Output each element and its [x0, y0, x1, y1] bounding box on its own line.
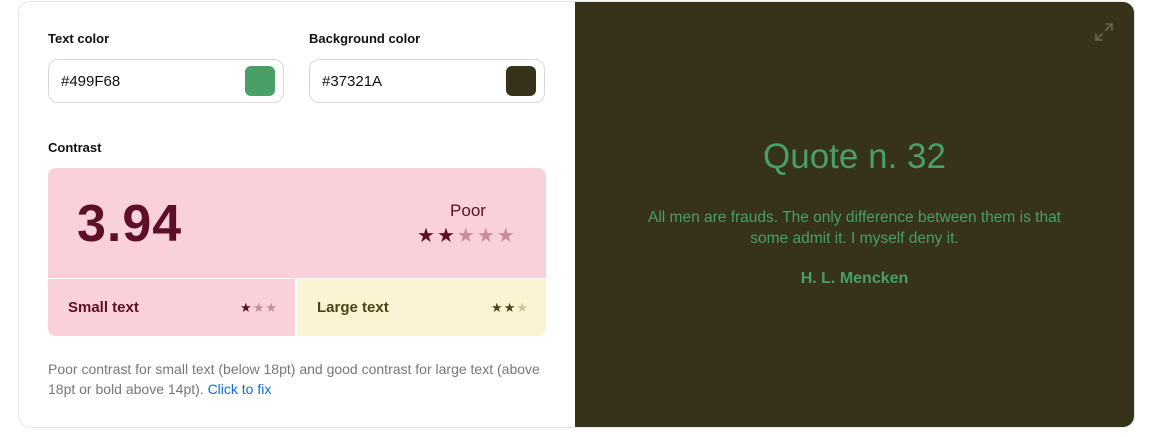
small-text-label: Small text: [68, 299, 139, 316]
contrast-ratio: 3.94: [77, 195, 183, 253]
star-empty-icon: ★: [476, 225, 495, 247]
text-color-value[interactable]: #499F68: [61, 73, 120, 90]
star-empty-icon: ★: [496, 225, 515, 247]
star-filled-icon: ★: [491, 300, 503, 315]
text-color-swatch[interactable]: [245, 66, 275, 96]
contrast-result: 3.94 Poor ★ ★ ★ ★ ★ Small text ★★★ Large tex…: [48, 168, 546, 336]
large-text-rating: Large text ★★★: [297, 279, 546, 336]
contrast-score-panel: 3.94 Poor ★ ★ ★ ★ ★: [48, 168, 546, 278]
text-color-label: Text color: [48, 31, 110, 46]
star-filled-icon: ★: [417, 225, 435, 247]
quote-title: Quote n. 32: [763, 137, 946, 176]
contrast-rating: Poor: [450, 201, 486, 220]
large-text-stars: ★★★: [490, 299, 528, 316]
background-color-value[interactable]: #37321A: [322, 73, 382, 90]
star-empty-icon: ★: [456, 225, 475, 247]
contrast-stars: ★ ★ ★ ★ ★: [417, 224, 515, 248]
star-empty-icon: ★: [252, 300, 265, 315]
text-color-input[interactable]: #499F68: [48, 59, 284, 103]
settings-panel: Text color #499F68 Background color #373…: [19, 2, 575, 427]
summary-text: Poor contrast for small text (below 18pt…: [48, 361, 540, 397]
star-empty-icon: ★: [516, 300, 528, 315]
star-filled-icon: ★: [240, 300, 252, 315]
star-filled-icon: ★: [436, 225, 455, 247]
quote-text: All men are frauds. The only difference …: [648, 209, 1061, 247]
small-text-stars: ★★★: [239, 299, 277, 316]
preview-panel: Quote n. 32 All men are frauds. The only…: [575, 2, 1134, 427]
click-to-fix-link[interactable]: Click to fix: [208, 381, 272, 397]
quote-author: H. L. Mencken: [800, 270, 909, 287]
background-color-label: Background color: [309, 31, 421, 46]
star-filled-icon: ★: [503, 300, 516, 315]
expand-icon[interactable]: [1094, 22, 1114, 42]
contrast-label: Contrast: [48, 140, 102, 155]
contrast-summary: Poor contrast for small text (below 18pt…: [48, 359, 548, 399]
background-color-swatch[interactable]: [506, 66, 536, 96]
contrast-checker-card: Text color #499F68 Background color #373…: [18, 1, 1135, 428]
background-color-input[interactable]: #37321A: [309, 59, 545, 103]
star-empty-icon: ★: [265, 300, 277, 315]
large-text-label: Large text: [317, 299, 389, 316]
small-text-rating: Small text ★★★: [48, 279, 295, 336]
